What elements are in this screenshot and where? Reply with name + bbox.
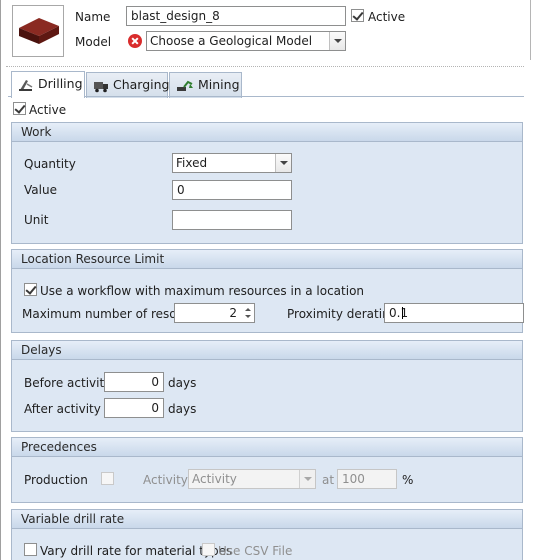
activity-select[interactable]: Activity (188, 469, 316, 489)
quantity-select[interactable]: Fixed (172, 153, 292, 173)
window-border-right (530, 0, 531, 60)
after-activity-label: After activity (24, 402, 101, 416)
chevron-down-icon[interactable] (329, 32, 345, 50)
error-icon (128, 34, 142, 48)
excavator-icon (177, 80, 193, 91)
percent-label: % (402, 473, 414, 487)
work-group-title: Work (12, 123, 522, 142)
window-border-left (0, 0, 1, 560)
model-select-value: Choose a Geological Model (150, 34, 313, 48)
proximity-label: Proximity derating (287, 307, 398, 321)
header-active-label: Active (368, 10, 406, 24)
unit-label: Unit (24, 213, 49, 227)
precedences-title: Precedences (12, 438, 522, 457)
production-label: Production (24, 473, 88, 487)
vary-rate-checkbox[interactable] (24, 543, 37, 556)
tab-charging[interactable]: Charging (86, 72, 170, 98)
header-active-checkbox[interactable] (351, 9, 364, 22)
quantity-label: Quantity (24, 157, 76, 171)
proximity-input[interactable]: 0.1 (384, 303, 524, 323)
drilling-active-label: Active (29, 103, 67, 117)
at-percent-input[interactable]: 100 (337, 469, 397, 489)
max-resources-input[interactable]: 2 (174, 303, 242, 323)
location-limit-title: Location Resource Limit (12, 250, 522, 269)
before-activity-label: Before activity (24, 376, 112, 390)
model-select[interactable]: Choose a Geological Model (146, 31, 346, 51)
header-separator (6, 66, 524, 67)
before-activity-unit: days (168, 376, 197, 390)
tab-strip-border (8, 96, 524, 97)
unit-input[interactable] (172, 210, 292, 230)
name-input[interactable]: blast_design_8 (126, 6, 346, 26)
tab-mining[interactable]: Mining (169, 72, 242, 98)
chevron-down-icon[interactable] (275, 154, 291, 172)
max-resources-spinner[interactable] (241, 303, 255, 323)
spinner-up-icon[interactable] (245, 308, 251, 311)
truck-icon (94, 81, 108, 92)
chevron-down-icon[interactable] (299, 470, 315, 488)
activity-label: Activity (143, 473, 188, 487)
production-checkbox[interactable] (101, 472, 114, 485)
workflow-checkbox[interactable] (24, 283, 37, 296)
text-cursor (402, 307, 403, 319)
tab-charging-label: Charging (113, 77, 170, 92)
before-activity-input[interactable]: 0 (104, 372, 164, 392)
after-activity-unit: days (168, 402, 197, 416)
tab-drilling[interactable]: Drilling (11, 71, 85, 98)
activity-select-value: Activity (192, 472, 237, 486)
value-input[interactable]: 0 (172, 180, 292, 200)
csv-file-label: Use CSV File (218, 544, 293, 558)
model-label: Model (75, 35, 112, 49)
name-label: Name (75, 10, 111, 24)
drilling-active-checkbox[interactable] (13, 102, 26, 115)
design-thumbnail[interactable] (12, 5, 64, 57)
block-solid-icon (19, 18, 59, 44)
tab-drilling-label: Drilling (38, 76, 83, 91)
drill-icon (19, 79, 33, 91)
after-activity-input[interactable]: 0 (104, 398, 164, 418)
quantity-select-value: Fixed (176, 156, 208, 170)
at-label: at (322, 473, 335, 487)
spinner-down-icon[interactable] (245, 315, 251, 318)
variable-rate-title: Variable drill rate (12, 510, 522, 529)
delays-title: Delays (12, 341, 522, 360)
csv-file-checkbox[interactable] (202, 543, 215, 556)
workflow-label: Use a workflow with maximum resources in… (40, 284, 365, 298)
value-label: Value (24, 183, 57, 197)
tab-mining-label: Mining (198, 77, 240, 92)
